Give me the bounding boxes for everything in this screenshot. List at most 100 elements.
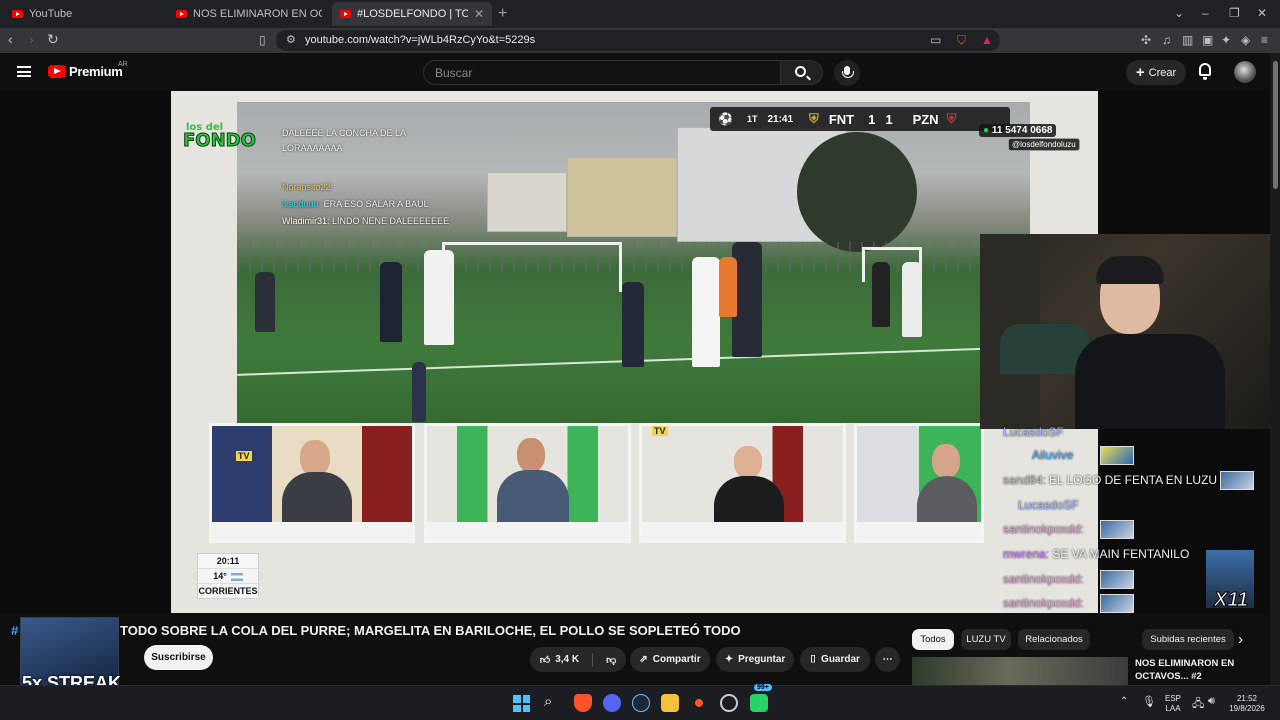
streamer-webcam xyxy=(980,234,1270,429)
forward-icon[interactable]: › xyxy=(29,31,34,47)
address-bar-row: ‹ › ↻ ▯ ⚙ youtube.com/watch?v=jWLb4RzCyY… xyxy=(0,28,1280,53)
overlay-chat-line: LORAAAAAAA xyxy=(282,143,343,153)
subscribe-button[interactable]: Suscribirse xyxy=(144,645,213,670)
like-dislike-group: 👍︎ 3,4 K 👎︎ xyxy=(530,647,626,672)
save-button[interactable]: ⌷ Guardar xyxy=(800,647,870,672)
chip-subidas-recientes[interactable]: Subidas recientes xyxy=(1142,629,1234,650)
tray-mic-icon[interactable]: 🎙︎ xyxy=(1142,695,1156,708)
vpn-icon[interactable]: ◈ xyxy=(1241,33,1250,47)
channel-logo: los del FONDO xyxy=(183,122,257,151)
menu-icon[interactable]: ≡ xyxy=(1261,33,1268,47)
bookmark-save-icon: ⌷ xyxy=(810,654,817,665)
search-input[interactable] xyxy=(424,61,780,84)
emote-icon xyxy=(1100,446,1134,465)
hashtag-prefix[interactable]: # xyxy=(11,623,18,638)
obs-icon[interactable] xyxy=(720,694,738,712)
search-button[interactable] xyxy=(781,60,823,85)
more-actions-button[interactable]: ⋯ xyxy=(875,647,900,672)
like-button[interactable]: 👍︎ 3,4 K xyxy=(540,654,579,666)
sidebar-icon[interactable]: ▥ xyxy=(1182,33,1193,47)
whatsapp-taskbar-icon[interactable] xyxy=(750,694,768,712)
reload-icon[interactable]: ↻ xyxy=(47,31,59,48)
cast-icon[interactable]: ▭ xyxy=(930,33,941,47)
studio-cam-1: TV xyxy=(209,423,415,543)
network-icon[interactable]: 🖧︎ xyxy=(1192,695,1204,714)
sparkle-icon: ✦ xyxy=(724,654,734,665)
url-field[interactable]: ⚙ youtube.com/watch?v=jWLb4RzCyYo&t=5229… xyxy=(276,30,1000,51)
studio-cam-2 xyxy=(424,423,631,543)
chips-next-icon[interactable]: › xyxy=(1238,631,1243,648)
chip-todos[interactable]: Todos xyxy=(912,629,954,650)
emote-icon xyxy=(1100,594,1134,613)
side-chat-line: LucasdoSF xyxy=(1003,425,1064,439)
site-info-icon[interactable]: ⚙ xyxy=(286,33,296,46)
recommended-title[interactable]: NOS ELIMINARON EN OCTAVOS... #2 xyxy=(1135,657,1255,683)
windows-taskbar: ⌕ 99+ ⌃ 🎙︎ ESP LAA 🖧︎ 🔊︎ 21:52 19/8/2026 xyxy=(0,684,1280,720)
video-info-bar: # TODO SOBRE LA COLA DEL PURRE; MARGELIT… xyxy=(0,613,1270,689)
tab-search-chevron-icon[interactable]: ⌄ xyxy=(1174,6,1184,20)
tab-close-icon[interactable]: ✕ xyxy=(474,7,484,21)
home-crest-icon: ⛨ xyxy=(809,111,819,126)
page-scrollbar[interactable] xyxy=(1270,53,1280,685)
windows-start-icon[interactable] xyxy=(513,695,530,712)
side-chat-line: santinokpoxdd: xyxy=(1003,596,1084,610)
youtube-logo-icon[interactable] xyxy=(48,65,66,78)
notifications-bell-icon[interactable] xyxy=(1199,63,1211,80)
chip-luzu-tv[interactable]: LUZU TV xyxy=(961,629,1011,650)
side-chat-line: sand84: EL LOGO DE FENTA EN LUZU xyxy=(1003,473,1218,487)
close-window-icon[interactable]: ✕ xyxy=(1257,6,1267,20)
side-chat-line: santinokpoxdd: xyxy=(1003,572,1084,586)
tab-nos-eliminaron[interactable]: NOS ELIMINARON EN OCTAVOS... #2 xyxy=(168,2,330,26)
emote-icon xyxy=(1100,520,1134,539)
extensions-icon[interactable]: ✣ xyxy=(1141,33,1151,47)
time-weather-box: 20:11 14° CORRIENTES xyxy=(197,553,259,599)
more-dots-icon: ⋯ xyxy=(882,654,893,665)
hamburger-menu-icon[interactable] xyxy=(17,66,31,77)
brave-shield-icon[interactable]: ⛉ xyxy=(957,33,966,48)
ball-icon: ⚽ xyxy=(718,112,733,126)
tab-youtube[interactable]: YouTube xyxy=(4,2,164,26)
emote-icon xyxy=(1220,471,1254,490)
create-label: Crear xyxy=(1148,66,1177,79)
microphone-icon xyxy=(842,66,854,78)
url-text: youtube.com/watch?v=jWLb4RzCyYo&t=5229s xyxy=(305,34,536,46)
taskbar-search-icon[interactable]: ⌕ xyxy=(544,693,552,710)
chip-relacionados[interactable]: Relacionados xyxy=(1018,629,1090,650)
discord-icon[interactable] xyxy=(603,694,621,712)
voice-search-button[interactable] xyxy=(834,60,860,86)
app-burst-icon[interactable] xyxy=(690,694,708,712)
brand-label[interactable]: Premium xyxy=(69,64,123,79)
back-icon[interactable]: ‹ xyxy=(8,31,13,47)
share-button[interactable]: ⇗ Compartir xyxy=(630,647,710,672)
media-icon[interactable]: ♫ xyxy=(1162,33,1171,47)
create-button[interactable]: + Crear xyxy=(1126,60,1186,85)
account-avatar[interactable] xyxy=(1234,61,1256,83)
minimize-icon[interactable]: – xyxy=(1202,6,1209,20)
ask-button[interactable]: ✦ Preguntar xyxy=(716,647,794,672)
dislike-button-icon[interactable]: 👎︎ xyxy=(606,654,616,666)
bookmark-icon[interactable]: ▯ xyxy=(259,33,266,47)
overlay-chat-line: ivanduun: ERA ESO SALAR A BAUL xyxy=(282,199,429,209)
brave-rewards-icon[interactable]: ▲ xyxy=(981,33,993,47)
scrollbar-thumb[interactable] xyxy=(1273,61,1278,189)
browser-tab-strip: YouTube NOS ELIMINARON EN OCTAVOS... #2 … xyxy=(0,0,1280,28)
steam-icon[interactable] xyxy=(632,694,650,712)
side-chat-line: mwrena: SE VA MAIN FENTANILO xyxy=(1003,547,1190,561)
tab-label: YouTube xyxy=(29,8,73,20)
share-icon: ⇗ xyxy=(639,654,648,665)
maximize-icon[interactable]: ❐ xyxy=(1229,6,1240,20)
file-explorer-icon[interactable] xyxy=(661,694,679,712)
search-icon xyxy=(795,66,806,77)
brave-browser-icon[interactable] xyxy=(574,694,592,712)
away-crest-icon: ⛨ xyxy=(946,111,957,126)
tab-label: NOS ELIMINARON EN OCTAVOS... #2 xyxy=(193,8,322,20)
volume-icon[interactable]: 🔊︎ xyxy=(1208,695,1215,708)
tray-chevron-icon[interactable]: ⌃ xyxy=(1120,696,1128,707)
whatsapp-unread-badge: 99+ xyxy=(754,684,772,691)
leo-ai-icon[interactable]: ✦ xyxy=(1221,33,1231,47)
wallet-icon[interactable]: ▣ xyxy=(1202,33,1213,47)
clock[interactable]: 21:52 19/8/2026 xyxy=(1224,694,1270,714)
language-indicator[interactable]: ESP LAA xyxy=(1162,694,1184,714)
new-tab-icon[interactable]: + xyxy=(498,5,507,23)
tab-losdelfondo[interactable]: #LOSDELFONDO | TODO SOBRE ✕ xyxy=(332,2,492,26)
